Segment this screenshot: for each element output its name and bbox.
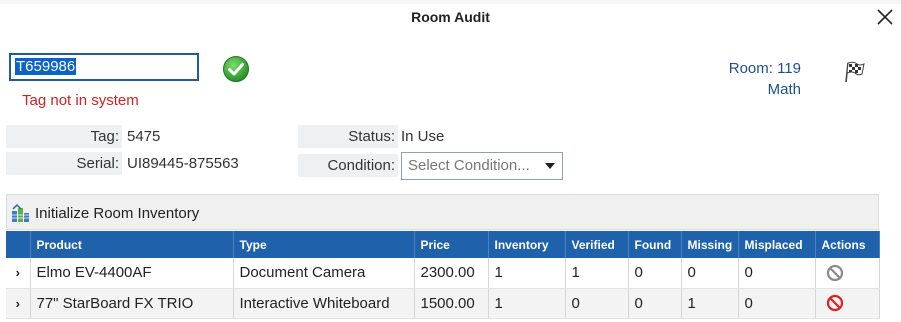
cell-type: Document Camera: [233, 258, 415, 289]
cell-price: 1500.00: [414, 288, 489, 319]
checkered-flag-icon[interactable]: [843, 60, 867, 84]
cell-found: 0: [628, 258, 682, 289]
column-header-type[interactable]: Type: [233, 231, 415, 258]
initialize-room-inventory-button[interactable]: Initialize Room Inventory: [11, 203, 199, 223]
tag-value: 5475: [127, 128, 161, 145]
column-header-inventory[interactable]: Inventory: [488, 231, 566, 258]
table-row[interactable]: › 77" StarBoard FX TRIO Interactive Whit…: [6, 288, 880, 319]
grid-header-row: Product Type Price Inventory Verified Fo…: [6, 231, 880, 258]
cell-misplaced: 0: [738, 288, 816, 319]
expander-header: [6, 231, 31, 258]
serial-value: UI89445-875563: [127, 155, 239, 172]
row-expander-icon[interactable]: ›: [6, 258, 31, 289]
cell-found: 0: [628, 288, 682, 319]
tag-error-message: Tag not in system: [22, 92, 139, 109]
cell-price: 2300.00: [414, 258, 489, 289]
row-expander-icon[interactable]: ›: [6, 288, 31, 319]
cell-actions: [815, 288, 880, 319]
table-row[interactable]: › Elmo EV-4400AF Document Camera 2300.00…: [6, 258, 880, 289]
column-header-actions: Actions: [815, 231, 880, 258]
condition-label: Condition:: [298, 154, 398, 177]
cell-inventory: 1: [488, 258, 566, 289]
cell-verified: 1: [565, 258, 629, 289]
inventory-grid: Product Type Price Inventory Verified Fo…: [6, 231, 880, 319]
column-header-found[interactable]: Found: [628, 231, 682, 258]
cell-actions: [815, 258, 880, 289]
cell-verified: 0: [565, 288, 629, 319]
room-info: Room: 119 Math: [729, 58, 801, 100]
status-label: Status:: [298, 125, 398, 148]
condition-select[interactable]: Select Condition...: [401, 152, 563, 180]
cell-missing: 1: [681, 288, 739, 319]
serial-label: Serial:: [6, 152, 122, 175]
tag-input-value: T659986: [15, 58, 77, 75]
background-strip: [0, 0, 901, 4]
column-header-price[interactable]: Price: [414, 231, 489, 258]
dialog-title: Room Audit: [411, 9, 490, 25]
not-allowed-icon[interactable]: [826, 294, 844, 312]
cell-type: Interactive Whiteboard: [233, 288, 415, 319]
cell-product: 77" StarBoard FX TRIO: [30, 288, 234, 319]
cell-product: Elmo EV-4400AF: [30, 258, 234, 289]
room-subject: Math: [767, 81, 801, 98]
column-header-product[interactable]: Product: [30, 231, 234, 258]
inventory-icon: [12, 203, 29, 222]
column-header-misplaced[interactable]: Misplaced: [738, 231, 816, 258]
check-circle-icon[interactable]: [222, 55, 250, 83]
initialize-room-inventory-label: Initialize Room Inventory: [35, 204, 200, 222]
column-header-verified[interactable]: Verified: [565, 231, 629, 258]
not-allowed-icon[interactable]: [826, 264, 844, 282]
room-number: Room: 119: [728, 60, 801, 77]
tag-label: Tag:: [6, 125, 122, 148]
tag-input[interactable]: T659986: [9, 53, 199, 81]
cell-misplaced: 0: [738, 258, 816, 289]
column-header-missing[interactable]: Missing: [681, 231, 739, 258]
close-icon[interactable]: [874, 6, 896, 28]
chevron-down-icon: [545, 163, 555, 169]
cell-inventory: 1: [488, 288, 566, 319]
condition-placeholder: Select Condition...: [408, 157, 530, 174]
status-value: In Use: [401, 128, 445, 145]
grid-toolbar: Initialize Room Inventory: [6, 194, 879, 230]
cell-missing: 0: [681, 258, 739, 289]
